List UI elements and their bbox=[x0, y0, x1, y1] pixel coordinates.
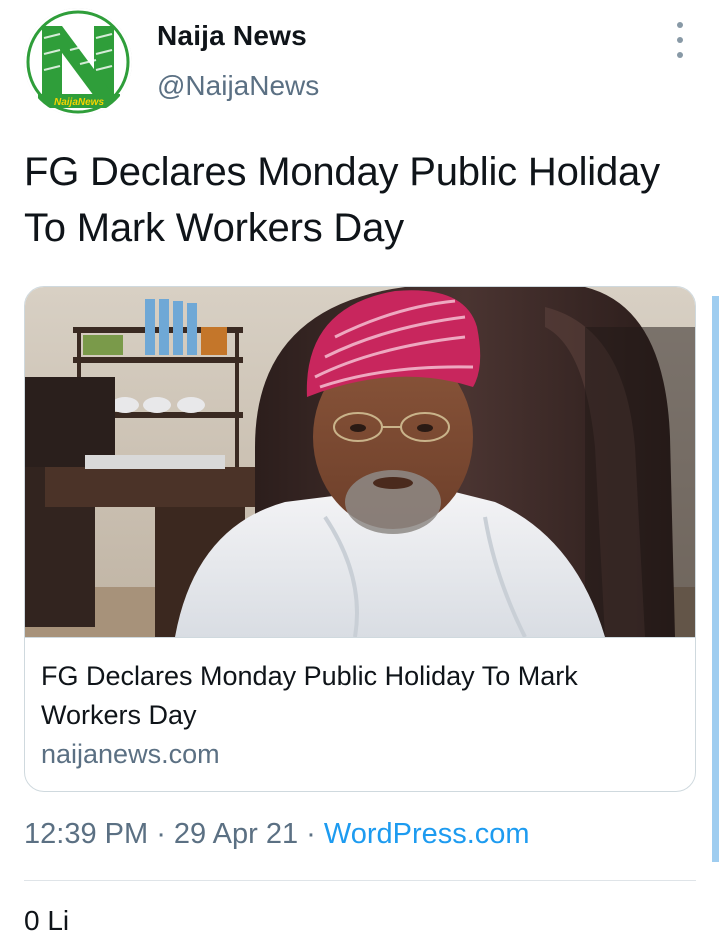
meta-separator-2: · bbox=[298, 818, 324, 850]
author-handle[interactable]: @NaijaNews bbox=[157, 70, 319, 102]
more-vertical-icon bbox=[677, 22, 683, 28]
author-name[interactable]: Naija News bbox=[157, 20, 307, 52]
scrollbar[interactable] bbox=[712, 296, 719, 862]
avatar[interactable]: NaijaNews bbox=[24, 8, 132, 116]
tweet-meta: 12:39 PM · 29 Apr 21 · WordPress.com bbox=[24, 818, 530, 851]
divider bbox=[24, 880, 696, 881]
card-image[interactable] bbox=[25, 287, 695, 637]
tweet-time[interactable]: 12:39 PM bbox=[24, 818, 148, 850]
card-domain[interactable]: naijanews.com bbox=[41, 739, 220, 770]
more-options-button[interactable] bbox=[668, 22, 692, 58]
card-title[interactable]: FG Declares Monday Public Holiday To Mar… bbox=[41, 657, 671, 735]
meta-separator: · bbox=[148, 818, 174, 850]
link-card[interactable]: FG Declares Monday Public Holiday To Mar… bbox=[24, 286, 696, 792]
news-photo bbox=[25, 287, 695, 637]
tweet-text: FG Declares Monday Public Holiday To Mar… bbox=[24, 150, 660, 250]
card-divider bbox=[25, 637, 695, 638]
tweet-source-link[interactable]: WordPress.com bbox=[324, 818, 530, 850]
naija-news-logo: NaijaNews bbox=[24, 8, 132, 116]
tweet-date[interactable]: 29 Apr 21 bbox=[174, 818, 298, 850]
likes-stat-partial[interactable]: 0 Li bbox=[24, 905, 69, 937]
logo-text: NaijaNews bbox=[54, 97, 104, 108]
